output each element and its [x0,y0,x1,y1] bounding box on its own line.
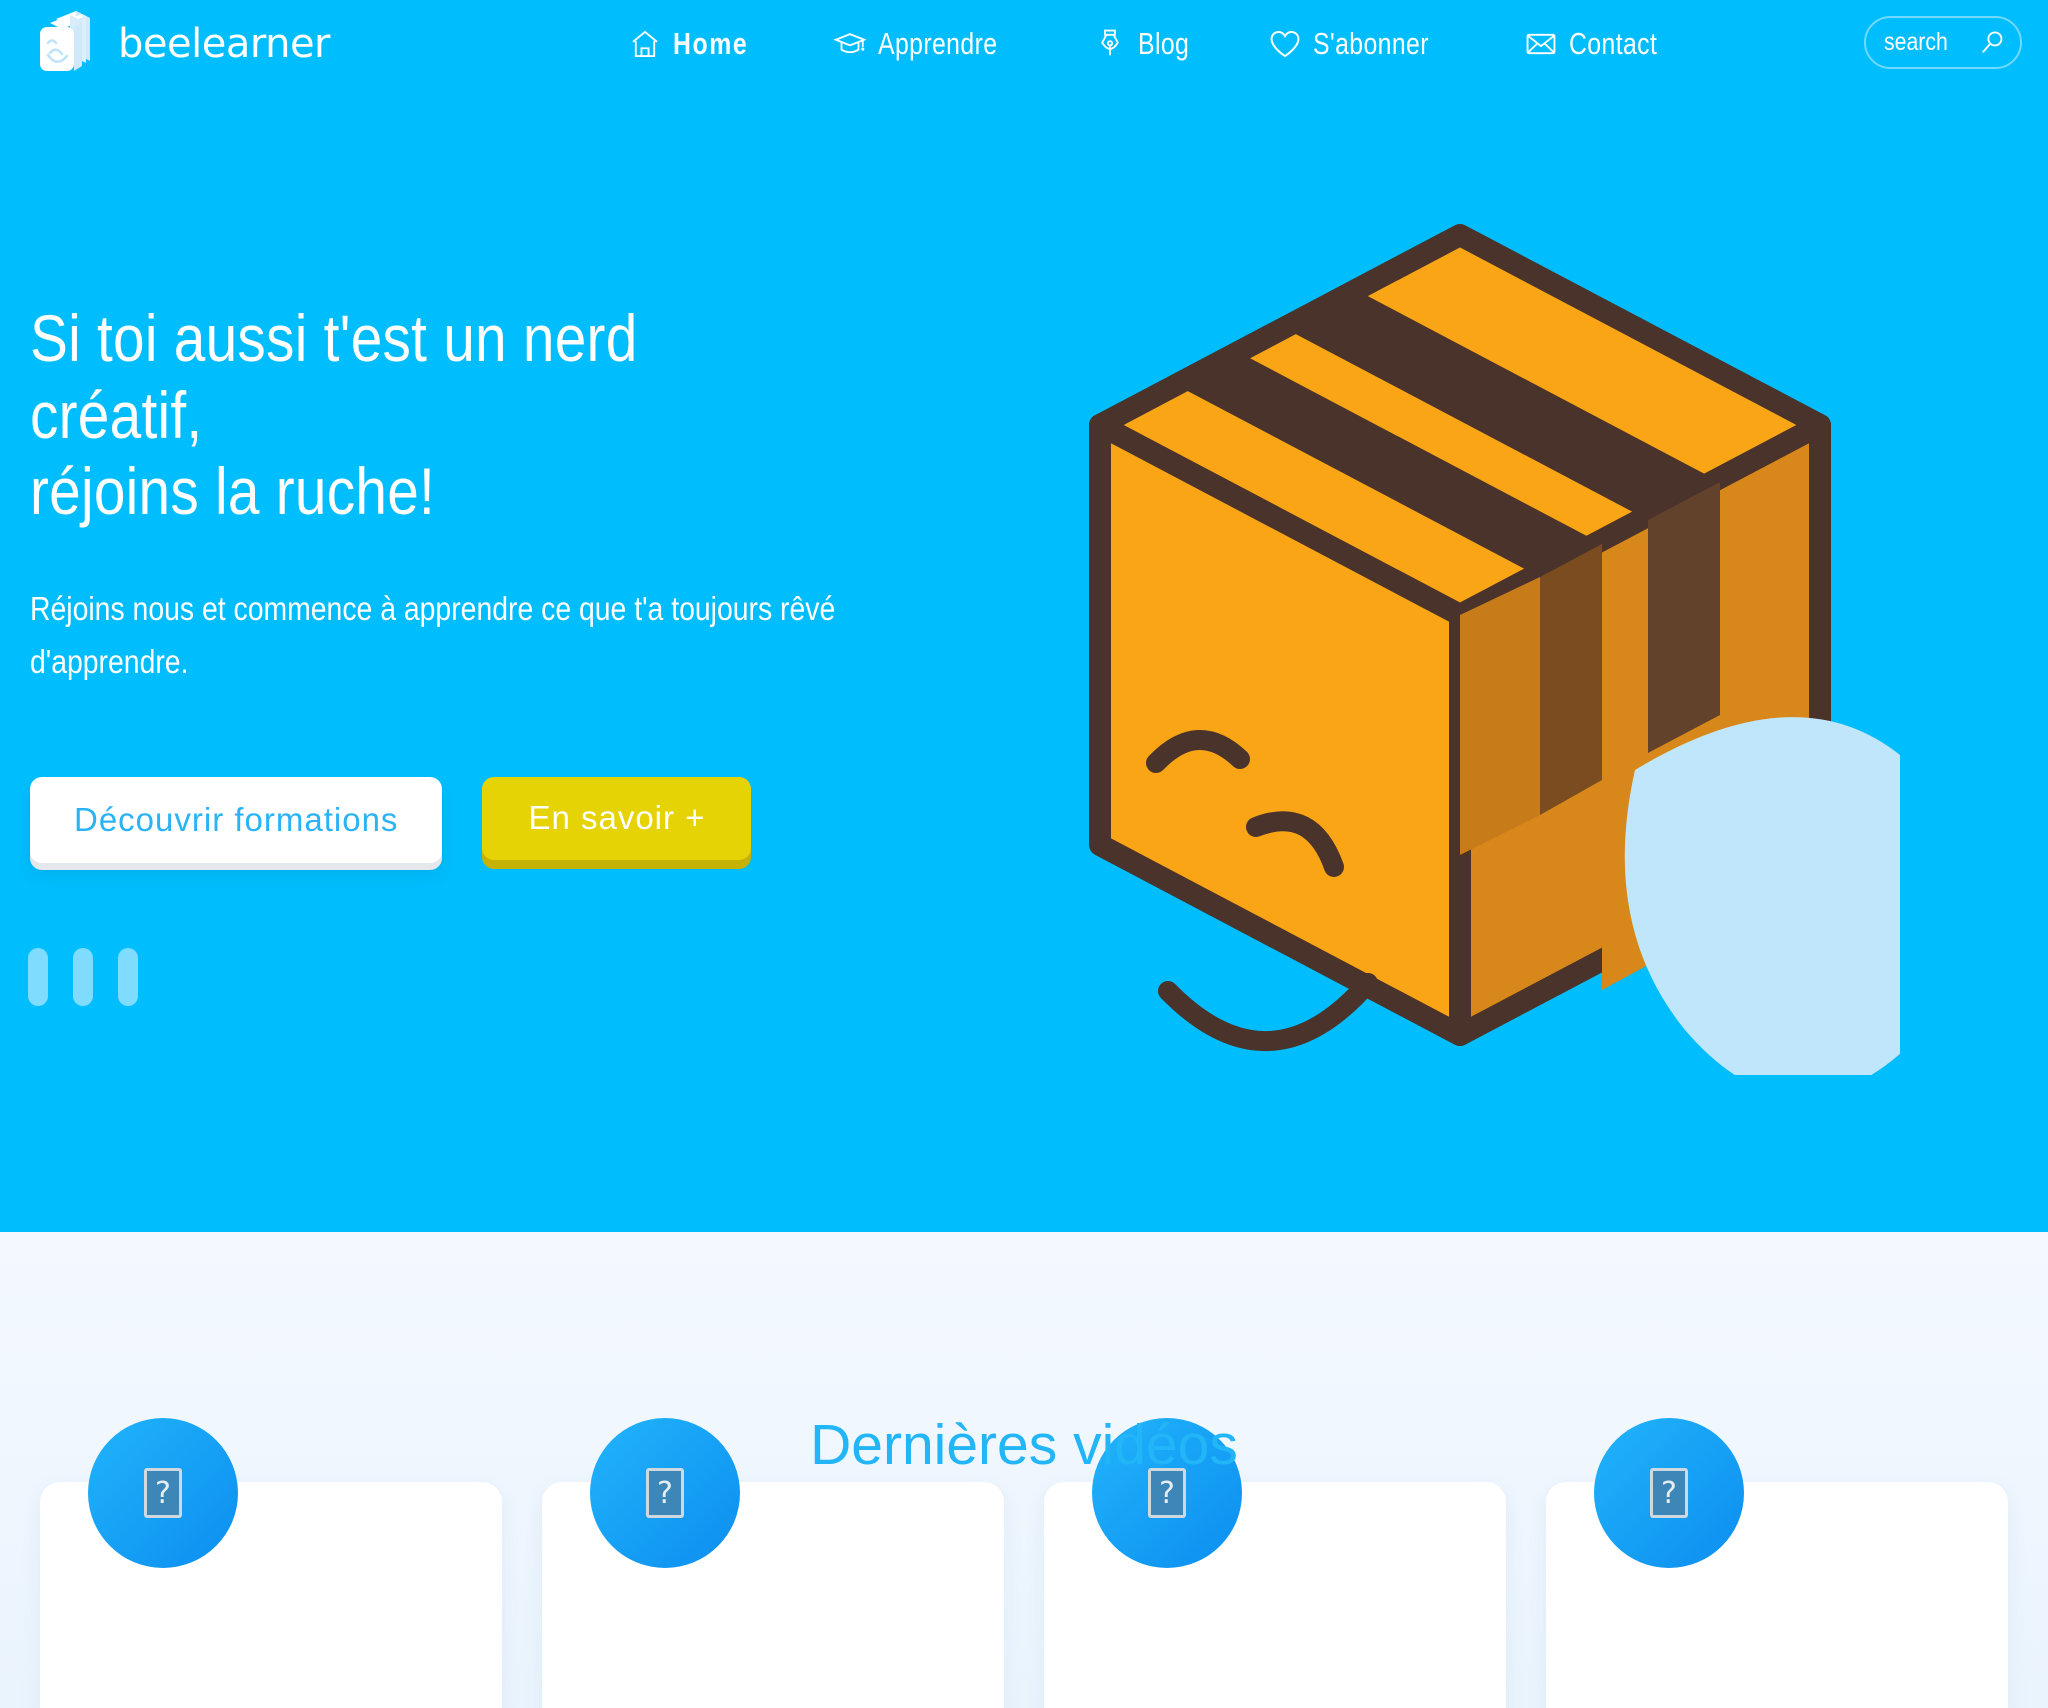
nav-links: Home Apprendre Blog S'abonner Contact [595,26,1713,62]
nav-item-home[interactable]: Home [595,26,800,62]
hero-text-block: Si toi aussi t'est un nerd créatif, réjo… [30,300,930,863]
video-card[interactable]: ? [40,1418,502,1708]
hero-buttons: Découvrir formations En savoir + [30,776,930,863]
envelope-icon [1524,27,1558,61]
slider-indicator-1[interactable] [28,948,48,1006]
brand-logo-link[interactable]: beelearner [30,9,331,79]
nav-item-contact[interactable]: Contact [1491,26,1712,62]
video-card[interactable]: ? [542,1418,1004,1708]
section-title-latest-videos: Dernières vidéos [810,1413,1238,1477]
nav-item-blog[interactable]: Blog [1060,26,1235,62]
search-box[interactable] [1864,16,2022,69]
isometric-bee-cube-illustration [1020,195,1900,1075]
brand-name: beelearner [118,21,331,67]
home-icon [628,27,662,61]
slider-indicators [28,948,138,1006]
nav-item-contact-label: Contact [1569,26,1658,61]
search-input[interactable] [1884,28,1964,57]
video-cards-row: ? ? ? ? [0,1418,2048,1708]
hero-subtitle: Réjoins nous et commence à apprendre ce … [30,589,836,681]
video-card[interactable]: ? [1546,1418,2008,1708]
search-icon[interactable] [1978,29,2006,57]
stacked-books-bee-logo-icon [30,9,104,79]
nav-item-blog-label: Blog [1138,26,1190,61]
hero-section: beelearner Home Apprendre Blog S'abonner… [0,0,2048,1232]
nav-item-apprendre[interactable]: Apprendre [800,26,1060,62]
graduation-cap-icon [833,27,867,61]
nav-item-home-label: Home [673,26,749,61]
nav-item-apprendre-label: Apprendre [878,26,998,61]
hero-title: Si toi aussi t'est un nerd créatif, réjo… [30,301,638,529]
discover-formations-button[interactable]: Découvrir formations [30,776,443,863]
nav-item-sabonner-label: S'abonner [1313,26,1430,61]
navbar: beelearner Home Apprendre Blog S'abonner… [0,0,2048,88]
slider-indicator-3[interactable] [118,948,138,1006]
pen-nib-icon [1093,27,1127,61]
learn-more-button[interactable]: En savoir + [482,776,752,860]
heart-icon [1268,27,1302,61]
video-card[interactable]: ? [1044,1418,1506,1708]
nav-item-sabonner[interactable]: S'abonner [1235,26,1491,62]
latest-videos-section: Dernières vidéos ? ? ? ? [0,1232,2048,1708]
slider-indicator-2[interactable] [73,948,93,1006]
